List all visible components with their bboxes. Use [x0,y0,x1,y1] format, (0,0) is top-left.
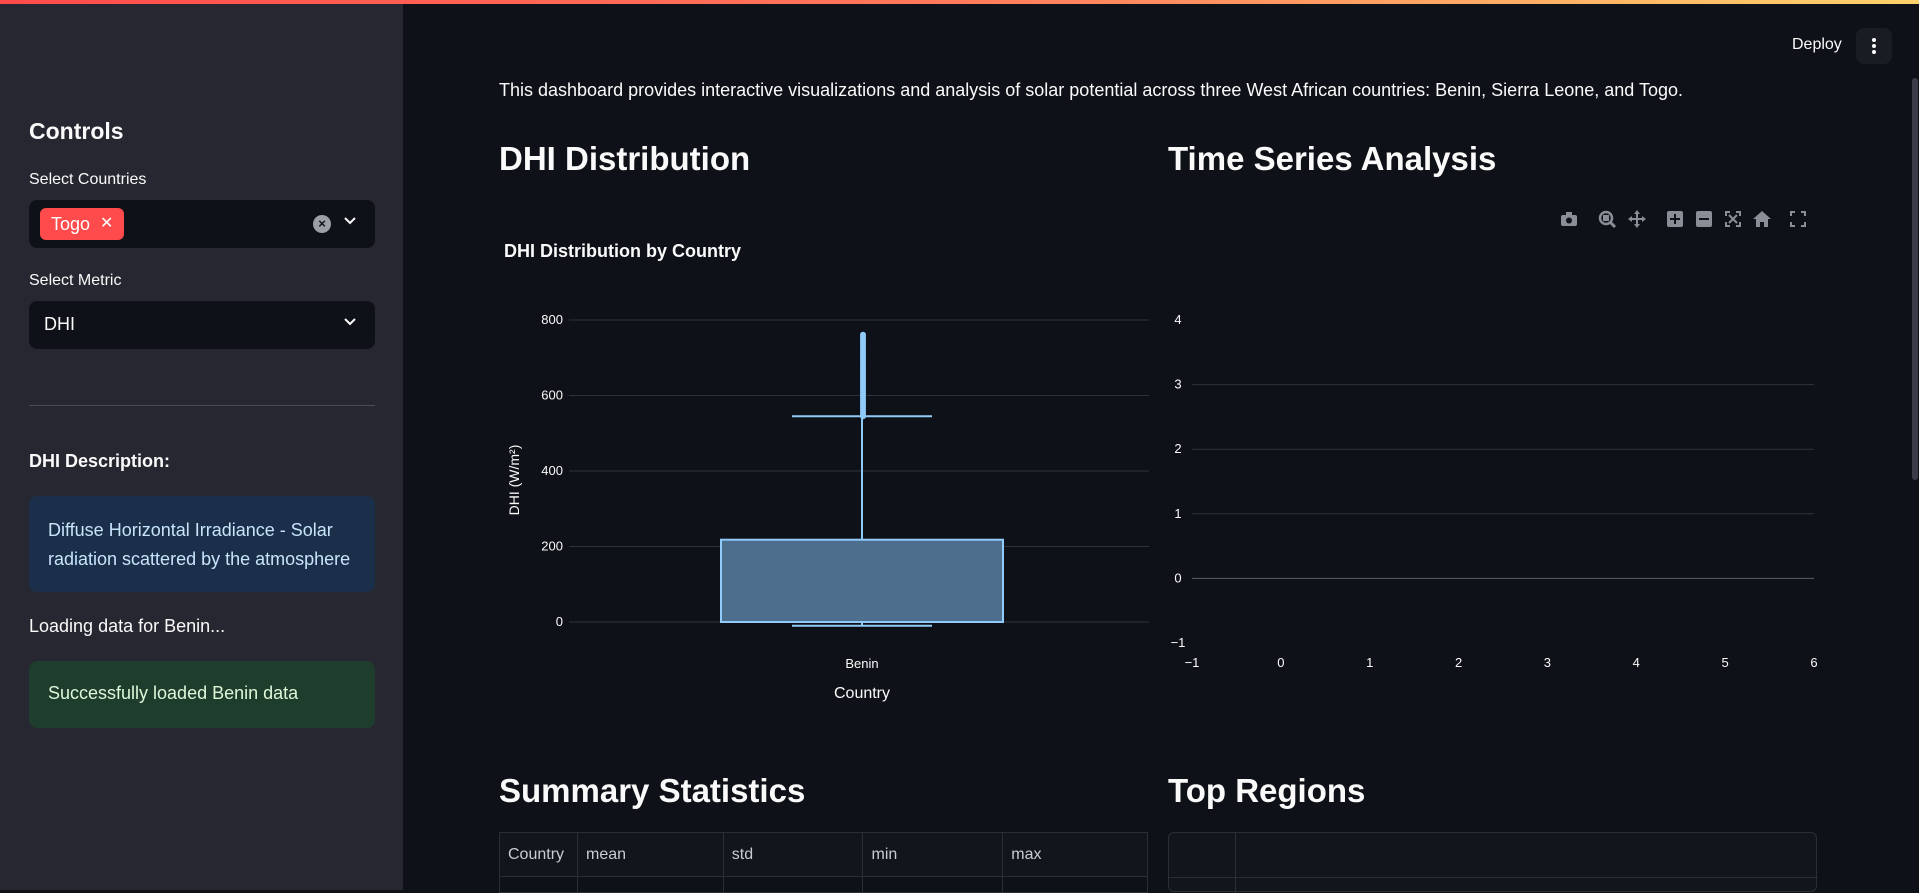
y-tick-label: −1 [1171,635,1186,650]
column-header[interactable]: max [1002,832,1148,877]
y-tick-label: 3 [1174,377,1181,392]
column-header[interactable]: Country [499,832,578,877]
sidebar-divider [29,405,375,406]
chevron-down-icon[interactable] [343,314,357,328]
clear-selection-icon[interactable]: × [313,215,331,233]
box-plot[interactable]: 0 200 400 600 800 Benin Country DHI (W/m²) [499,290,1149,710]
zoom-in-icon[interactable] [1664,208,1686,230]
x-tick-label: 2 [1455,655,1462,670]
zoom-icon[interactable] [1596,208,1618,230]
table-column-divider [1235,833,1236,893]
description-title: DHI Description: [29,451,171,471]
column-header[interactable]: min [862,832,1004,877]
stats-heading: Summary Statistics [499,772,806,809]
table-header-row: Country mean std min max [499,832,1148,877]
pan-icon[interactable] [1626,208,1648,230]
box-plot-title: DHI Distribution by Country [504,241,741,261]
x-tick-label: 3 [1544,655,1551,670]
metric-label: Select Metric [29,272,122,289]
top-regions-table [1168,832,1818,893]
x-tick-label: 0 [1277,655,1284,670]
ts-heading: Time Series Analysis [1168,140,1497,177]
time-series-plot[interactable]: −1 0 1 2 3 4 −1 0 1 2 3 4 5 6 [1168,300,1828,680]
x-tick-label: Benin [845,656,878,671]
y-tick-label: 4 [1174,312,1181,327]
y-tick-label: 600 [541,388,563,403]
camera-icon[interactable] [1558,208,1580,230]
y-tick-label: 1 [1174,506,1181,521]
countries-label: Select Countries [29,171,147,188]
outlier-point [860,331,866,338]
more-vertical-icon [1872,38,1876,54]
y-tick-label: 400 [541,463,563,478]
chevron-down-icon[interactable] [343,213,357,227]
x-tick-label: −1 [1185,655,1200,670]
countries-multiselect[interactable]: Togo ✕ × [29,200,375,248]
table-row-divider [1169,877,1818,878]
description-info-box: Diffuse Horizontal Irradiance - Solar ra… [29,496,375,592]
country-tag-label: Togo [51,214,91,234]
y-tick-label: 0 [556,614,563,629]
y-tick-label: 0 [1174,570,1181,585]
fullscreen-icon[interactable] [1787,208,1809,230]
sidebar-title: Controls [29,118,124,144]
y-tick-label: 800 [541,312,563,327]
y-axis-label: DHI (W/m²) [506,445,522,516]
reset-axes-icon[interactable] [1751,208,1773,230]
metric-select[interactable]: DHI [29,301,375,349]
deploy-button[interactable]: Deploy [1792,36,1842,54]
table-row [499,876,1148,893]
regions-heading: Top Regions [1168,772,1366,809]
zoom-out-icon[interactable] [1693,208,1715,230]
sidebar: Controls Select Countries Togo ✕ × Selec… [0,0,403,890]
metric-select-value: DHI [44,314,75,334]
intro-text: This dashboard provides interactive visu… [499,80,1683,100]
main-menu-button[interactable] [1856,28,1892,64]
x-tick-label: 6 [1810,655,1817,670]
y-tick-label: 2 [1174,441,1181,456]
dist-heading: DHI Distribution [499,140,751,177]
summary-stats-table: Country mean std min max [499,832,1148,893]
top-decoration-bar [0,0,1919,4]
column-header[interactable]: mean [577,832,724,877]
x-tick-label: 1 [1366,655,1373,670]
autoscale-icon[interactable] [1722,208,1744,230]
x-tick-label: 4 [1633,655,1640,670]
column-header[interactable]: std [723,832,864,877]
loading-status: Loading data for Benin... [29,616,226,636]
x-axis-label: Country [834,685,890,702]
y-tick-label: 200 [541,539,563,554]
x-tick-label: 5 [1722,655,1729,670]
remove-tag-icon[interactable]: ✕ [100,208,113,240]
country-tag-togo[interactable]: Togo ✕ [40,208,125,240]
scrollbar[interactable] [1912,78,1918,480]
box-benin [720,538,1004,623]
success-alert: Successfully loaded Benin data [29,661,375,728]
